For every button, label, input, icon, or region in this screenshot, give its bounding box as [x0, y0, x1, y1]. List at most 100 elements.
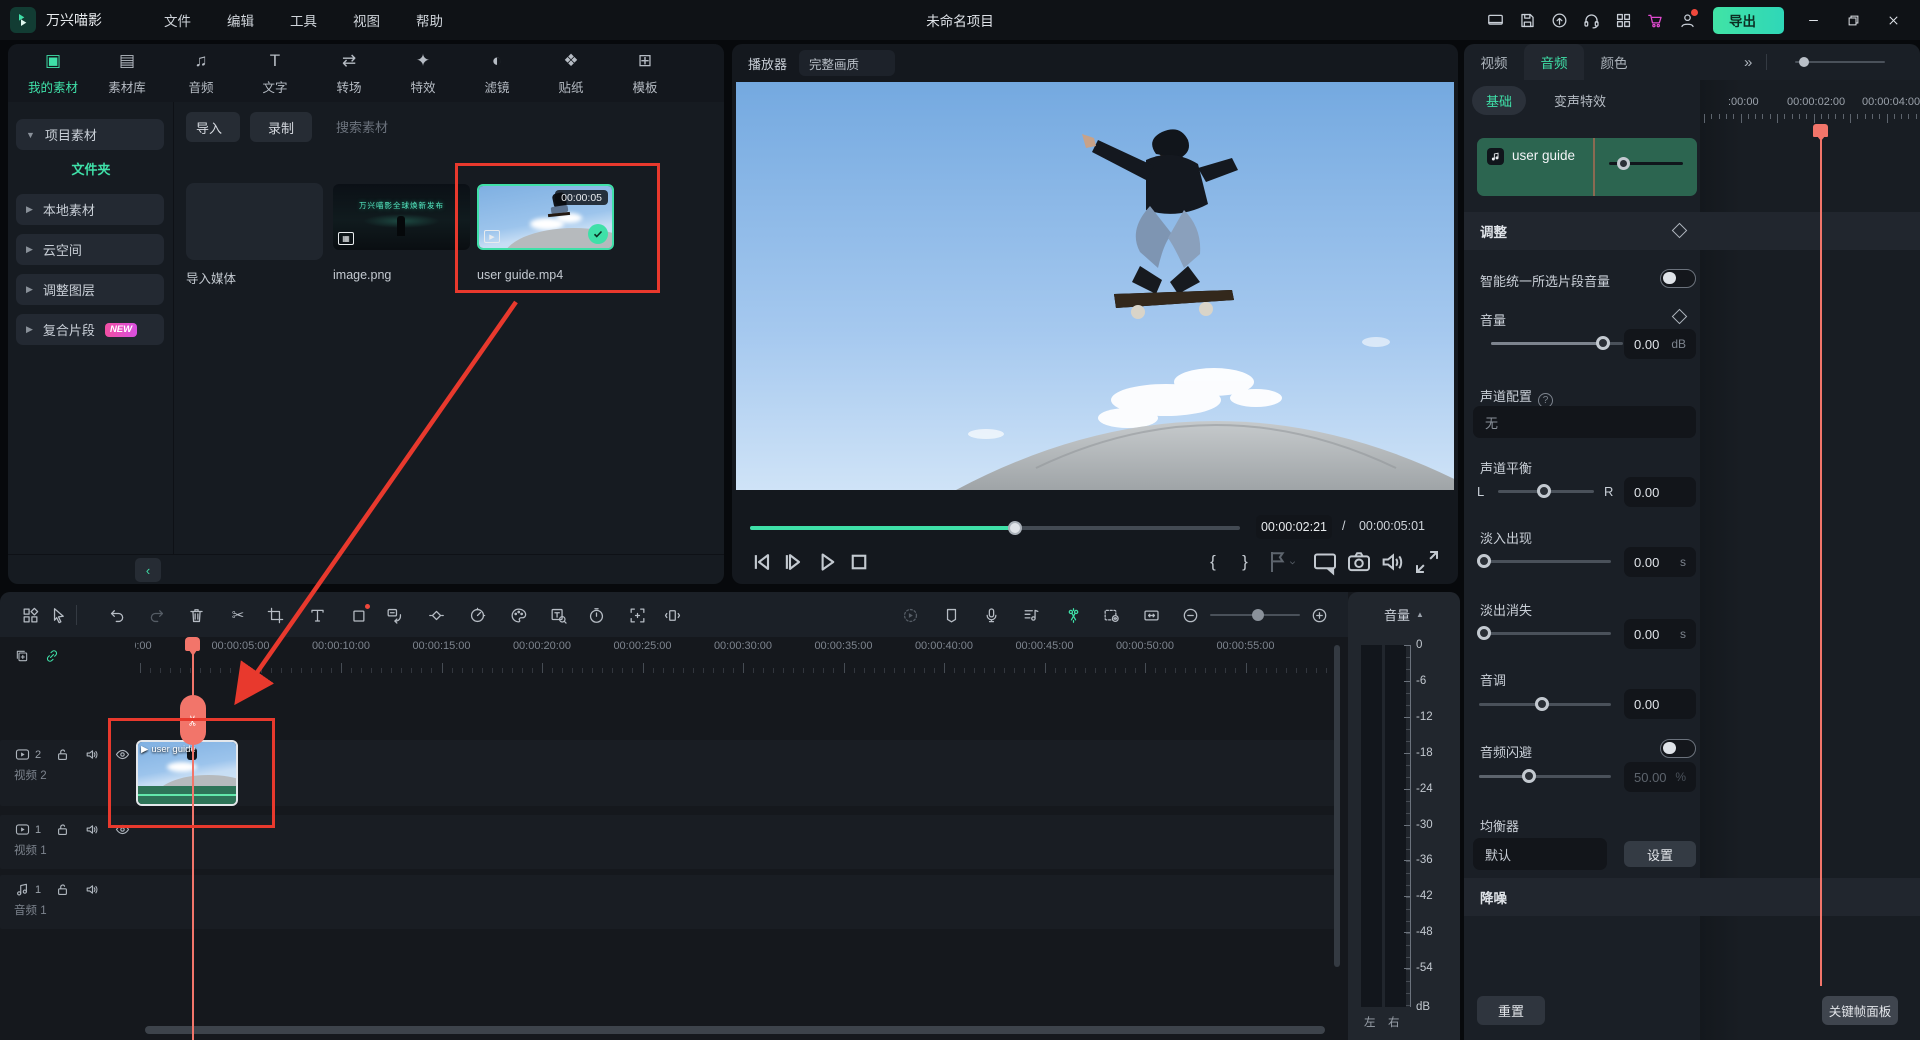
sidebar-group-3[interactable]: ▶云空间 — [16, 234, 164, 265]
balance-slider[interactable] — [1498, 490, 1594, 493]
fade-out-slider[interactable] — [1479, 632, 1611, 635]
focus-frame-icon[interactable] — [624, 603, 650, 627]
auto-split-icon[interactable] — [1060, 603, 1086, 627]
beat-detect-icon[interactable] — [1018, 603, 1044, 627]
mark-in-button[interactable]: { — [1198, 547, 1228, 577]
marker-icon[interactable] — [938, 603, 964, 627]
speaker-icon[interactable] — [84, 821, 101, 838]
media-tab-7[interactable]: ◐滤镜 — [464, 51, 530, 96]
import-media-card[interactable] — [186, 183, 323, 260]
play-button[interactable] — [812, 547, 842, 577]
eye-icon[interactable] — [114, 746, 131, 763]
timeline-horizontal-scrollbar[interactable] — [145, 1026, 1325, 1034]
menu-item[interactable]: 文件 — [150, 6, 205, 34]
volume-value[interactable]: 0.00dB — [1624, 329, 1696, 359]
previous-frame-button[interactable] — [748, 547, 778, 577]
properties-tab-3[interactable]: 颜色 — [1584, 44, 1644, 80]
clip-volume-slider[interactable] — [1609, 162, 1683, 165]
current-timecode[interactable]: 00:00:02:21 — [1256, 515, 1332, 539]
sidebar-group-5[interactable]: ▶复合片段NEW — [16, 314, 164, 345]
cart-icon[interactable] — [1639, 6, 1671, 34]
media-item-image[interactable]: 万兴喵影全球焕新发布 ▦ — [333, 184, 470, 250]
copy-add-icon[interactable] — [14, 648, 30, 664]
save-icon[interactable] — [1511, 6, 1543, 34]
media-tab-2[interactable]: ▤素材库 — [94, 51, 160, 96]
media-tab-3[interactable]: ♫音频 — [168, 51, 234, 96]
import-dropdown-button[interactable]: 导入 — [186, 112, 240, 142]
menu-item[interactable]: 工具 — [276, 6, 331, 34]
export-button[interactable]: 导出 — [1713, 7, 1784, 34]
audio-clip-chip[interactable]: user guide — [1477, 138, 1697, 196]
media-tab-5[interactable]: ⇄转场 — [316, 51, 382, 96]
undo-icon[interactable] — [104, 603, 130, 627]
speed-tool-icon[interactable] — [464, 603, 490, 627]
chevron-down-icon[interactable] — [1284, 547, 1300, 577]
media-item-video[interactable]: 00:00:05 ▶ — [477, 184, 614, 250]
link-icon[interactable] — [44, 648, 60, 664]
close-button[interactable] — [1874, 5, 1912, 35]
split-scissors-icon[interactable]: ✂ — [225, 603, 251, 627]
balance-value[interactable]: 0.00 — [1624, 477, 1696, 507]
media-tab-9[interactable]: ⊞模板 — [612, 51, 678, 96]
fade-out-value[interactable]: 0.00s — [1624, 619, 1696, 649]
timeline-clip-user-guide[interactable]: ▶user guide — [136, 740, 238, 806]
fullscreen-icon[interactable] — [1412, 547, 1442, 577]
fade-in-value[interactable]: 0.00s — [1624, 547, 1696, 577]
media-tab-4[interactable]: T文字 — [242, 51, 308, 96]
maximize-button[interactable] — [1834, 5, 1872, 35]
sidebar-group-4[interactable]: ▶调整图层 — [16, 274, 164, 305]
speaker-icon[interactable] — [84, 881, 101, 898]
stop-button[interactable] — [844, 547, 874, 577]
meter-header[interactable]: 音量▲ — [1348, 592, 1460, 636]
headset-icon[interactable] — [1575, 6, 1607, 34]
color-palette-icon[interactable] — [505, 603, 531, 627]
crop-icon[interactable] — [262, 603, 288, 627]
video-preview[interactable] — [736, 82, 1454, 490]
media-layout-icon[interactable] — [17, 603, 43, 627]
preview-clip-icon[interactable] — [1098, 603, 1124, 627]
keyframe-ruler[interactable]: :00:0000:00:02:0000:00:04:00 — [1700, 80, 1920, 130]
zoom-slider-knob[interactable] — [1252, 609, 1264, 621]
text-tool-icon[interactable] — [304, 603, 330, 627]
smart-volume-toggle[interactable] — [1660, 269, 1696, 288]
mask-tool-icon[interactable] — [346, 603, 372, 627]
timeline-ruler[interactable]: :00:0000:00:05:0000:00:10:0000:00:15:000… — [135, 637, 1335, 675]
speech-to-text-icon[interactable] — [381, 603, 407, 627]
sidebar-group-2[interactable]: ▶本地素材 — [16, 194, 164, 225]
collapse-sidebar-button[interactable]: ‹ — [135, 558, 161, 582]
properties-tab-1[interactable]: 视频 — [1464, 44, 1524, 80]
step-forward-button[interactable] — [780, 547, 810, 577]
zoom-out-icon[interactable] — [1177, 603, 1203, 627]
timeline-playhead-handle[interactable] — [185, 637, 200, 651]
seek-knob[interactable] — [1008, 521, 1022, 535]
menu-item[interactable]: 帮助 — [402, 6, 457, 34]
timer-icon[interactable] — [583, 603, 609, 627]
fade-in-slider[interactable] — [1479, 560, 1611, 563]
select-tool-icon[interactable] — [45, 603, 71, 627]
properties-subtab-2[interactable]: 变声特效 — [1540, 86, 1620, 115]
lock-icon[interactable] — [54, 746, 71, 763]
keyframe-tool-icon[interactable] — [423, 603, 449, 627]
search-input[interactable] — [336, 120, 536, 135]
mark-out-button[interactable]: } — [1230, 547, 1260, 577]
snapshot-camera-icon[interactable] — [1344, 547, 1374, 577]
volume-slider[interactable] — [1491, 342, 1623, 345]
lock-icon[interactable] — [54, 881, 71, 898]
zoom-in-icon[interactable] — [1306, 603, 1332, 627]
adjust-section-header[interactable]: 调整 — [1464, 212, 1920, 250]
grid-icon[interactable] — [1607, 6, 1639, 34]
pitch-slider[interactable] — [1479, 703, 1611, 706]
menu-item[interactable]: 编辑 — [213, 6, 268, 34]
keyframe-zoom-slider[interactable] — [1795, 61, 1885, 63]
seek-bar[interactable] — [750, 526, 1240, 530]
collapse-panel-icon[interactable]: » — [1744, 54, 1752, 71]
equalizer-settings-button[interactable]: 设置 — [1624, 841, 1696, 867]
eye-icon[interactable] — [114, 821, 131, 838]
sidebar-item-folder[interactable]: 文件夹 — [8, 159, 174, 178]
record-dropdown-button[interactable]: 录制 — [250, 112, 312, 142]
mute-speaker-icon[interactable] — [1378, 547, 1408, 577]
properties-tab-2[interactable]: 音频 — [1524, 44, 1584, 80]
playhead-cut-handle[interactable]: ✂ — [180, 695, 206, 745]
lock-icon[interactable] — [54, 821, 71, 838]
minimize-button[interactable] — [1794, 5, 1832, 35]
